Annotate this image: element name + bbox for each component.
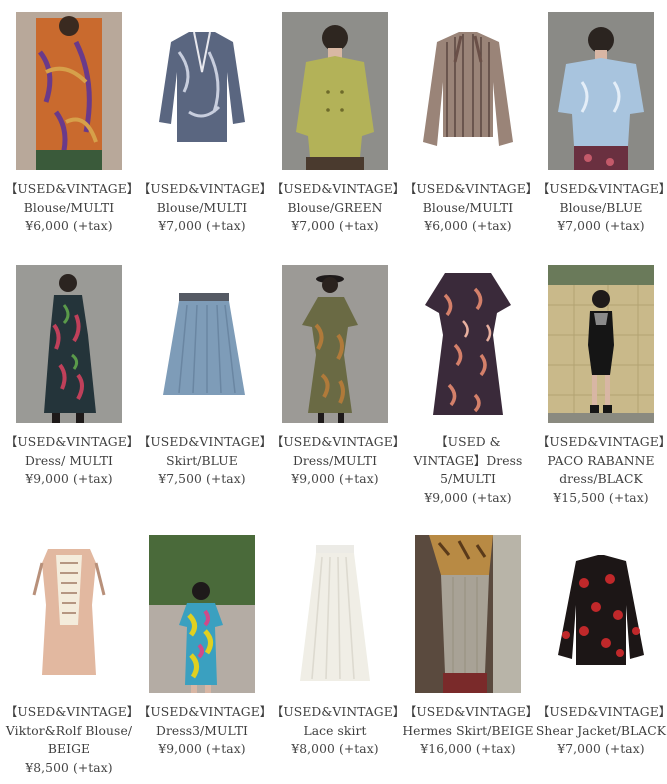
product-image[interactable]: [415, 265, 521, 423]
product-price: ¥15,500 (+tax): [553, 490, 649, 505]
product-price: ¥7,000 (+tax): [158, 219, 246, 233]
product-price: ¥9,000 (+tax): [25, 472, 113, 486]
product-card-11[interactable]: 【USED&VINTAGE】Viktor&Rolf Blouse/ BEIGE …: [3, 535, 135, 777]
product-name[interactable]: 【USED&VINTAGE】Blouse/BLUE: [535, 180, 667, 217]
product-price: ¥7,000 (+tax): [291, 219, 379, 233]
product-name[interactable]: 【USED&VINTAGE】Viktor&Rolf Blouse/ BEIGE: [3, 703, 135, 759]
product-card-4[interactable]: 【USED&VINTAGE】Blouse/MULTI ¥6,000 (+tax): [402, 12, 534, 236]
product-grid: 【USED&VINTAGE】Blouse/MULTI ¥6,000 (+tax)…: [0, 0, 667, 784]
product-price: ¥7,000 (+tax): [557, 219, 645, 233]
product-image[interactable]: [16, 535, 122, 693]
product-image[interactable]: [16, 12, 122, 170]
product-card-5[interactable]: 【USED&VINTAGE】Blouse/BLUE ¥7,000 (+tax): [535, 12, 667, 236]
product-price: ¥9,000 (+tax): [291, 472, 379, 486]
product-image[interactable]: [282, 12, 388, 170]
product-card-12[interactable]: 【USED&VINTAGE】Dress3/MULTI ¥9,000 (+tax): [136, 535, 268, 759]
product-name[interactable]: 【USED&VINTAGE】Dress3/MULTI: [136, 703, 268, 740]
product-price: ¥16,000 (+tax): [420, 742, 516, 756]
product-image[interactable]: [149, 535, 255, 693]
product-price: ¥9,000 (+tax): [424, 490, 512, 505]
product-card-15[interactable]: 【USED&VINTAGE】Shear Jacket/BLACK ¥7,000 …: [535, 535, 667, 759]
product-image[interactable]: [548, 535, 654, 693]
product-name[interactable]: 【USED&VINTAGE】Hermes Skirt/BEIGE: [402, 703, 534, 740]
product-price: ¥9,000 (+tax): [158, 742, 246, 756]
product-name[interactable]: 【USED&VINTAGE】Blouse/MULTI: [402, 180, 534, 217]
product-name[interactable]: 【USED&VINTAGE】Dress/ MULTI: [3, 433, 135, 470]
product-name[interactable]: 【USED&VINTAGE】Shear Jacket/BLACK: [535, 703, 667, 740]
product-card-1[interactable]: 【USED&VINTAGE】Blouse/MULTI ¥6,000 (+tax): [3, 12, 135, 236]
product-name[interactable]: 【USED&VINTAGE】Dress/MULTI: [269, 433, 401, 470]
product-price: ¥6,000 (+tax): [424, 219, 512, 233]
product-name[interactable]: 【USED & VINTAGE】Dress 5/MULTI: [402, 433, 534, 489]
product-name[interactable]: 【USED&VINTAGE】Blouse/MULTI: [3, 180, 135, 217]
product-card-2[interactable]: 【USED&VINTAGE】Blouse/MULTI ¥7,000 (+tax): [136, 12, 268, 236]
product-name[interactable]: 【USED&VINTAGE】Blouse/MULTI: [136, 180, 268, 217]
product-card-7[interactable]: 【USED&VINTAGE】Skirt/BLUE ¥7,500 (+tax): [136, 265, 268, 489]
product-price: ¥7,000 (+tax): [557, 742, 645, 756]
product-name[interactable]: 【USED&VINTAGE】PACO RABANNE dress/BLACK: [535, 433, 667, 489]
product-card-13[interactable]: 【USED&VINTAGE】Lace skirt ¥8,000 (+tax): [269, 535, 401, 759]
product-image[interactable]: [415, 12, 521, 170]
product-price: ¥8,000 (+tax): [291, 742, 379, 756]
product-image[interactable]: [415, 535, 521, 693]
product-image[interactable]: [548, 265, 654, 423]
product-card-6[interactable]: 【USED&VINTAGE】Dress/ MULTI ¥9,000 (+tax): [3, 265, 135, 489]
product-card-9[interactable]: 【USED & VINTAGE】Dress 5/MULTI ¥9,000 (+t…: [402, 265, 534, 507]
product-price: ¥8,500 (+tax): [25, 760, 113, 775]
product-image[interactable]: [149, 12, 255, 170]
product-image[interactable]: [149, 265, 255, 423]
product-card-14[interactable]: 【USED&VINTAGE】Hermes Skirt/BEIGE ¥16,000…: [402, 535, 534, 759]
product-name[interactable]: 【USED&VINTAGE】Lace skirt: [269, 703, 401, 740]
product-card-8[interactable]: 【USED&VINTAGE】Dress/MULTI ¥9,000 (+tax): [269, 265, 401, 489]
product-price: ¥6,000 (+tax): [25, 219, 113, 233]
product-name[interactable]: 【USED&VINTAGE】Blouse/GREEN: [269, 180, 401, 217]
product-image[interactable]: [282, 265, 388, 423]
product-image[interactable]: [548, 12, 654, 170]
product-name[interactable]: 【USED&VINTAGE】Skirt/BLUE: [136, 433, 268, 470]
product-card-3[interactable]: 【USED&VINTAGE】Blouse/GREEN ¥7,000 (+tax): [269, 12, 401, 236]
product-card-10[interactable]: 【USED&VINTAGE】PACO RABANNE dress/BLACK ¥…: [535, 265, 667, 507]
product-image[interactable]: [16, 265, 122, 423]
product-image[interactable]: [282, 535, 388, 693]
product-price: ¥7,500 (+tax): [158, 472, 246, 486]
